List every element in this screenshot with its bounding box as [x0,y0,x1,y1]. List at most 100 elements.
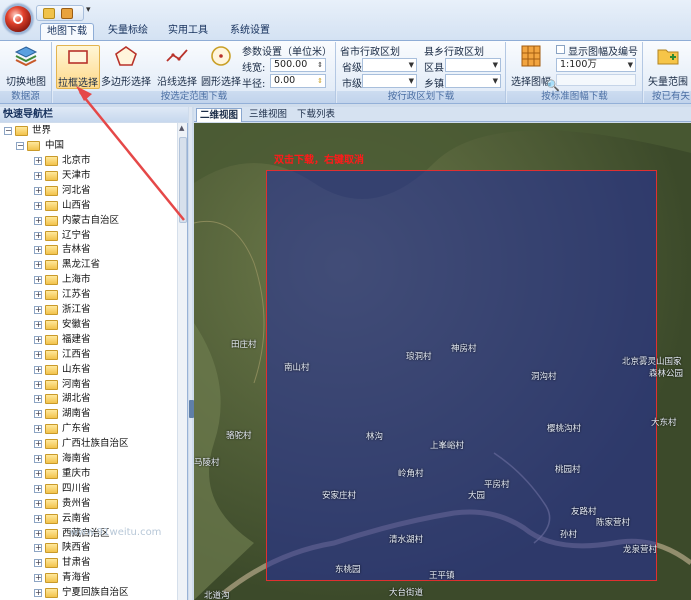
polygon-select-button[interactable]: 多边形选择 [101,45,151,88]
group-vector-download: 矢量范围 按已有矢 [644,42,691,103]
folder-icon [45,200,58,211]
expand-icon[interactable]: + [34,559,42,568]
expand-icon[interactable]: + [34,231,42,240]
city-label: 市级 [342,79,362,90]
expand-icon[interactable]: + [34,246,42,255]
province-select[interactable]: ▼ [362,58,417,72]
circle-select-button[interactable]: 圆形选择 [199,45,243,88]
expand-icon[interactable]: + [34,350,42,359]
tree-label-province: 贵州省 [62,497,91,509]
expand-icon[interactable]: + [34,574,42,583]
expand-icon[interactable]: + [34,469,42,478]
place-label: 林沟 [366,432,384,442]
tab-vector-plot[interactable]: 矢量标绘 [102,23,154,40]
map-canvas[interactable]: 双击下载，右键取消 田庄村 南山村 琅洞村 神房村 洞沟村 北京雾灵山国家 森林公园 林沟 上峯… [194,123,691,600]
place-label: 洞沟村 [531,372,557,382]
expand-icon[interactable]: + [34,291,42,300]
chevron-down-icon: ▼ [627,61,633,69]
expand-icon[interactable]: + [34,365,42,374]
home-icon[interactable] [61,8,73,19]
tab-map-download[interactable]: 地图下载 [40,23,94,40]
rect-select-button[interactable]: 拉框选择 [56,45,100,89]
tab-2d-view[interactable]: 二维视图 [196,108,243,122]
place-label: 龙泉营村 [623,545,658,555]
folder-icon [45,245,58,256]
tree-label-province: 浙江省 [62,304,91,315]
expand-icon[interactable]: + [34,261,42,270]
expand-icon[interactable]: + [34,440,42,449]
radius-value: 0.00 [274,75,296,86]
line-select-button[interactable]: 沿线选择 [155,45,199,88]
expand-icon[interactable]: + [34,186,42,195]
folder-icon [45,513,58,524]
tab-3d-view[interactable]: 三维视图 [246,108,290,122]
expand-icon[interactable]: + [34,395,42,404]
open-folder-icon [27,141,40,151]
expand-icon[interactable]: + [34,216,42,225]
expand-icon[interactable]: + [34,589,42,598]
scroll-thumb[interactable] [179,137,187,223]
expand-icon[interactable]: + [34,425,42,434]
folder-icon [45,364,58,375]
nav-scrollbar[interactable]: ▲ [177,123,187,600]
folder-icon [45,394,58,405]
vector-range-label: 矢量范围 [648,77,688,88]
expand-icon[interactable]: + [34,455,42,463]
expand-icon[interactable]: + [34,276,42,285]
quick-access-dropdown-icon[interactable]: ▾ [86,5,91,15]
expand-icon[interactable]: + [34,306,42,314]
expand-icon[interactable]: + [34,201,42,210]
folder-icon [45,290,58,301]
show-sheet-checkbox[interactable] [556,45,565,54]
switch-map-button[interactable]: 切换地图 [4,45,48,88]
tree-label-province: 河北省 [62,184,91,196]
expand-icon[interactable]: + [34,157,42,165]
app-menu-orb-icon[interactable] [3,4,33,34]
expand-icon[interactable]: + [34,320,42,329]
folder-icon [45,170,58,181]
folder-icon[interactable] [43,8,55,19]
expand-icon[interactable]: + [34,171,42,180]
expand-icon[interactable]: + [34,499,42,508]
tree-label-province: 北京市 [62,155,91,166]
scale-blank-field[interactable] [556,74,636,86]
spinner-icon[interactable]: ⇕ [317,75,323,87]
expand-icon[interactable]: + [34,410,42,419]
layers-icon [14,46,38,67]
radius-label: 半径: [242,79,266,90]
expand-icon[interactable]: + [34,514,42,523]
folder-icon [45,275,58,286]
collapse-icon[interactable]: − [16,142,24,150]
switch-map-label: 切换地图 [6,77,46,88]
scale-select[interactable]: 1:100万 ▼ [556,58,636,72]
folder-icon [45,543,58,554]
line-width-value: 500.00 [274,59,308,70]
group-range-download: 拉框选择 多边形选择 沿线选择 圆形选择 参数设置（单位米） 线宽: 500.0… [53,42,336,103]
expand-icon[interactable]: + [34,544,42,553]
tree-label-province: 天津市 [62,169,91,181]
expand-icon[interactable]: + [34,529,42,538]
town-label: 乡镇 [424,79,444,90]
line-width-label: 线宽: [242,63,266,74]
spinner-icon[interactable]: ⇕ [317,59,323,71]
town-select[interactable]: ▼ [445,74,501,88]
folder-icon [45,498,58,509]
expand-icon[interactable]: + [34,380,42,389]
scroll-up-icon[interactable]: ▲ [179,124,184,132]
place-label: 南山村 [284,363,310,373]
line-width-input[interactable]: 500.00 ⇕ [270,58,326,72]
city-select[interactable]: ▼ [362,74,417,88]
radius-input[interactable]: 0.00 ⇕ [270,74,326,88]
expand-icon[interactable]: + [34,484,42,493]
county-select[interactable]: ▼ [445,58,501,72]
params-title: 参数设置（单位米） [242,47,332,58]
folder-icon [45,319,58,330]
tab-tools[interactable]: 实用工具 [162,23,214,40]
folder-icon [45,558,58,569]
panel-splitter[interactable] [189,107,192,600]
tab-settings[interactable]: 系统设置 [224,23,276,40]
tab-download-list[interactable]: 下载列表 [294,108,338,122]
expand-icon[interactable]: + [34,335,42,344]
collapse-icon[interactable]: − [4,127,12,135]
vector-range-button[interactable]: 矢量范围 [646,45,690,88]
